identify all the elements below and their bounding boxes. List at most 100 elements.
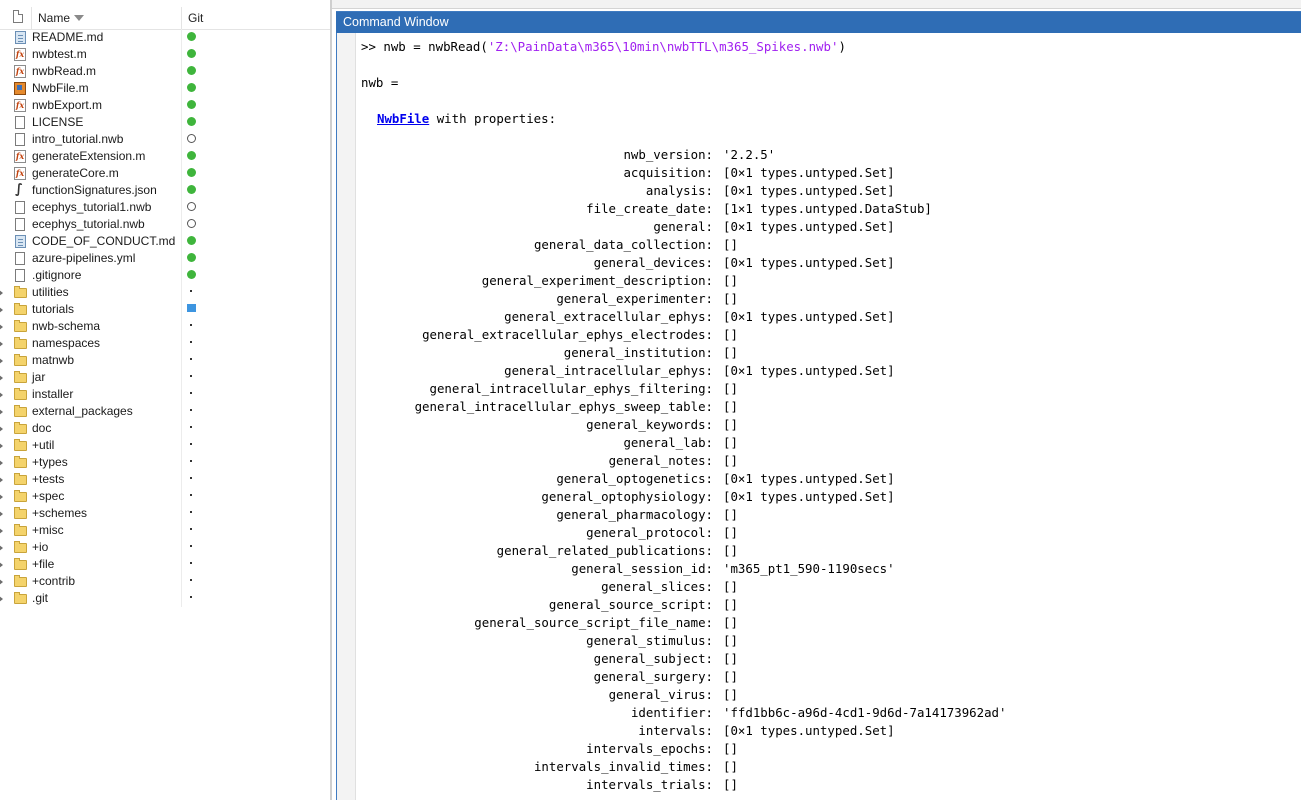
expand-arrow-icon[interactable]: [0, 578, 3, 586]
file-name: +contrib: [32, 574, 76, 588]
property-row: general_subject: []: [337, 651, 1301, 669]
function-icon: fx: [14, 99, 26, 112]
file-row[interactable]: fx generateExtension.m: [0, 148, 330, 165]
folder-row[interactable]: +io: [0, 539, 330, 556]
folder-row[interactable]: +tests: [0, 471, 330, 488]
git-folder-status-icon: [190, 579, 192, 581]
expand-arrow-icon[interactable]: [0, 459, 3, 467]
folder-row[interactable]: utilities: [0, 284, 330, 301]
command-window-output[interactable]: >> nwb = nwbRead('Z:\PainData\m365\10min…: [337, 33, 1301, 800]
git-untracked-icon: [187, 202, 196, 211]
property-value: [0×1 types.untyped.Set]: [723, 363, 895, 378]
property-row: general_keywords: []: [337, 417, 1301, 435]
nwbfile-class-link[interactable]: NwbFile: [377, 111, 429, 126]
expand-arrow-icon[interactable]: [0, 323, 3, 331]
file-row[interactable]: README.md: [0, 29, 330, 46]
expand-arrow-icon[interactable]: [0, 391, 3, 399]
file-type-icon-wrapper: fx: [12, 64, 27, 79]
panel-splitter[interactable]: [330, 0, 332, 800]
folder-row[interactable]: doc: [0, 420, 330, 437]
file-row[interactable]: ecephys_tutorial1.nwb: [0, 199, 330, 216]
expand-arrow-icon[interactable]: [0, 425, 3, 433]
expand-arrow-icon[interactable]: [0, 561, 3, 569]
property-value: 'm365_pt1_590-1190secs': [723, 561, 895, 576]
expand-arrow-icon[interactable]: [0, 493, 3, 501]
file-type-icon-wrapper: [12, 285, 27, 300]
file-row[interactable]: intro_tutorial.nwb: [0, 131, 330, 148]
json-icon: ∫: [15, 182, 23, 197]
folder-row[interactable]: nwb-schema: [0, 318, 330, 335]
file-type-icon-wrapper: [12, 421, 27, 436]
file-icon: [15, 269, 25, 282]
file-row[interactable]: NwbFile.m: [0, 80, 330, 97]
file-row[interactable]: ecephys_tutorial.nwb: [0, 216, 330, 233]
folder-row[interactable]: +misc: [0, 522, 330, 539]
git-unmodified-icon: [187, 117, 196, 126]
property-name: general_institution:: [563, 345, 713, 360]
file-row[interactable]: LICENSE: [0, 114, 330, 131]
file-row[interactable]: CODE_OF_CONDUCT.md: [0, 233, 330, 250]
file-row[interactable]: fx nwbExport.m: [0, 97, 330, 114]
file-name: ecephys_tutorial1.nwb: [32, 200, 152, 214]
folder-row[interactable]: +file: [0, 556, 330, 573]
property-row: general_virus: []: [337, 687, 1301, 705]
expand-arrow-icon[interactable]: [0, 544, 3, 552]
file-type-icon-wrapper: [12, 387, 27, 402]
expand-arrow-icon[interactable]: [0, 357, 3, 365]
property-row: general_experiment_description: []: [337, 273, 1301, 291]
markdown-icon: [15, 31, 26, 44]
folder-icon: [14, 490, 27, 502]
folder-row[interactable]: namespaces: [0, 335, 330, 352]
folder-row[interactable]: matnwb: [0, 352, 330, 369]
expand-arrow-icon[interactable]: [0, 306, 3, 314]
git-unmodified-icon: [187, 236, 196, 245]
folder-row[interactable]: jar: [0, 369, 330, 386]
file-row[interactable]: fx nwbRead.m: [0, 63, 330, 80]
name-column-header[interactable]: Name: [31, 7, 181, 29]
expand-arrow-icon[interactable]: [0, 289, 3, 297]
folder-icon: [14, 507, 27, 519]
folder-row[interactable]: +contrib: [0, 573, 330, 590]
property-value: []: [723, 291, 738, 306]
folder-row[interactable]: +types: [0, 454, 330, 471]
file-row[interactable]: azure-pipelines.yml: [0, 250, 330, 267]
command-window-title-bar[interactable]: Command Window: [336, 12, 1301, 33]
expand-arrow-icon[interactable]: [0, 442, 3, 450]
git-column-header[interactable]: Git: [181, 7, 331, 29]
folder-icon: [14, 371, 27, 383]
git-unmodified-icon: [187, 253, 196, 262]
property-row: intervals_trials: []: [337, 777, 1301, 795]
folder-row[interactable]: installer: [0, 386, 330, 403]
expand-arrow-icon[interactable]: [0, 340, 3, 348]
property-value: []: [723, 507, 738, 522]
type-column-header[interactable]: [0, 7, 30, 29]
property-name: general_extracellular_ephys:: [504, 309, 713, 324]
file-row[interactable]: fx generateCore.m: [0, 165, 330, 182]
property-name: nwb_version:: [623, 147, 713, 162]
folder-row[interactable]: +spec: [0, 488, 330, 505]
folder-row[interactable]: external_packages: [0, 403, 330, 420]
git-folder-status-icon: [190, 375, 192, 377]
folder-row[interactable]: +util: [0, 437, 330, 454]
property-name: general_extracellular_ephys_electrodes:: [422, 327, 713, 342]
folder-row[interactable]: tutorials: [0, 301, 330, 318]
expand-arrow-icon[interactable]: [0, 527, 3, 535]
expand-arrow-icon[interactable]: [0, 476, 3, 484]
file-name: +types: [32, 455, 68, 469]
file-row[interactable]: .gitignore: [0, 267, 330, 284]
expand-arrow-icon[interactable]: [0, 408, 3, 416]
sort-descending-icon[interactable]: [74, 15, 84, 21]
expand-arrow-icon[interactable]: [0, 595, 3, 603]
expand-arrow-icon[interactable]: [0, 374, 3, 382]
file-type-icon-wrapper: [12, 217, 27, 232]
folder-row[interactable]: +schemes: [0, 505, 330, 522]
file-row[interactable]: ∫ functionSignatures.json: [0, 182, 330, 199]
property-name: general_pharmacology:: [556, 507, 713, 522]
folder-row[interactable]: .git: [0, 590, 330, 607]
folder-icon: [14, 286, 27, 298]
file-name: nwbtest.m: [32, 47, 87, 61]
file-name: matnwb: [32, 353, 75, 367]
expand-arrow-icon[interactable]: [0, 510, 3, 518]
property-name: general_experimenter:: [556, 291, 713, 306]
file-row[interactable]: fx nwbtest.m: [0, 46, 330, 63]
